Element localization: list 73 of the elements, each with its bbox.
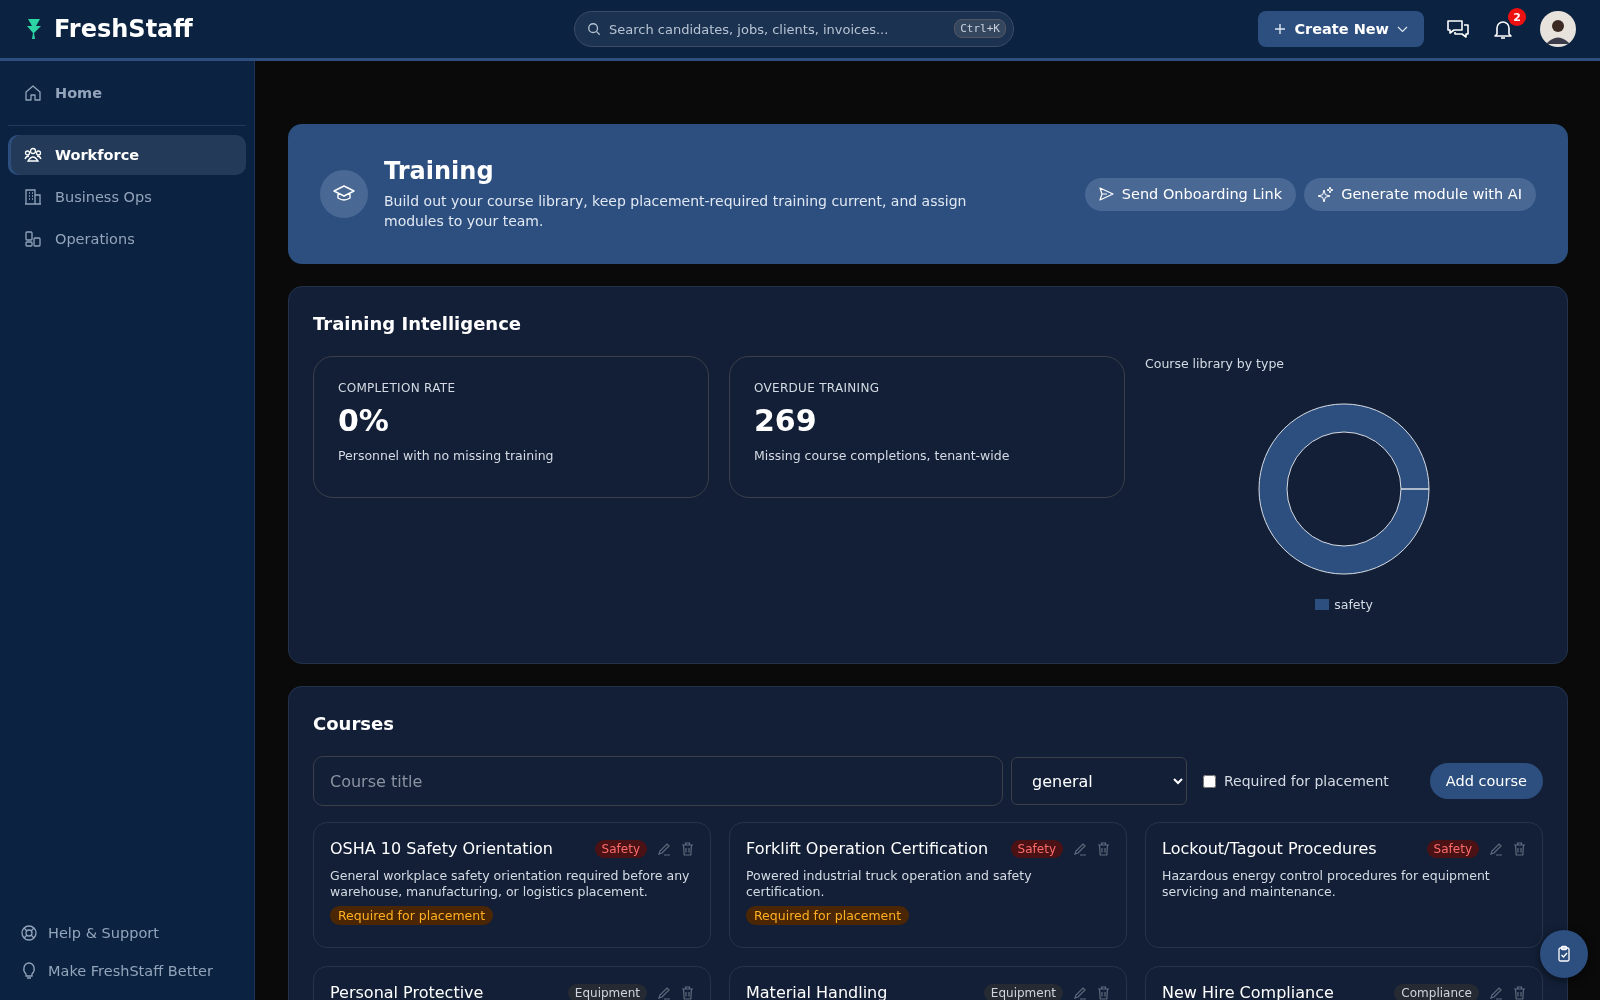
required-badge: Required for placement <box>746 906 910 925</box>
home-icon <box>24 84 42 102</box>
course-tag: Compliance <box>1394 983 1479 1000</box>
stat-note: Missing course completions, tenant-wide <box>754 448 1011 463</box>
people-icon <box>24 146 42 164</box>
trash-icon[interactable] <box>1513 841 1526 856</box>
legend-label: safety <box>1334 597 1373 612</box>
brand-name: FreshStaff <box>54 15 193 43</box>
page-title: Training <box>384 157 495 185</box>
sidebar-item[interactable]: Operations <box>8 219 246 259</box>
course-tag: Equipment <box>983 983 1063 1000</box>
trash-icon[interactable] <box>1097 985 1110 1000</box>
send-icon <box>1098 187 1114 201</box>
caret-icon <box>1397 25 1408 33</box>
page-description: Build out your course library, keep placement-required training current, and assign modules to your team. <box>384 192 968 231</box>
trash-icon[interactable] <box>1097 841 1110 856</box>
course-tag: Safety <box>1426 839 1479 858</box>
course-type-select[interactable]: general <box>1011 757 1187 805</box>
add-course-button[interactable]: Add course <box>1429 763 1543 799</box>
logo-icon <box>24 17 44 41</box>
stat-value: 269 <box>754 403 818 438</box>
lifebuoy-icon <box>20 924 38 942</box>
stat-label: OVERDUE TRAINING <box>754 381 881 395</box>
clipboard-button[interactable] <box>1540 930 1588 978</box>
search-icon <box>587 22 601 36</box>
course-tag: Safety <box>594 839 647 858</box>
trash-icon[interactable] <box>681 985 694 1000</box>
edit-icon[interactable] <box>657 985 671 1000</box>
course-tag: Equipment <box>567 983 647 1000</box>
banner-button[interactable]: Generate module with AI <box>1304 177 1536 211</box>
edit-icon[interactable] <box>1489 985 1503 1000</box>
plus-icon <box>1274 23 1287 35</box>
dashboard-icon <box>24 230 42 248</box>
trash-icon[interactable] <box>681 841 694 856</box>
lightbulb-icon <box>20 962 38 980</box>
edit-icon[interactable] <box>1489 841 1503 856</box>
banner-button[interactable]: Send Onboarding Link <box>1084 177 1297 211</box>
edit-icon[interactable] <box>1073 985 1087 1000</box>
course-description: Hazardous energy control procedures for equipment servicing and maintenance. <box>1162 868 1491 900</box>
chart-title: Course library by type <box>1145 356 1285 371</box>
shortcut-key: Ctrl+K <box>954 19 1006 38</box>
clipboard-check-icon <box>1555 945 1573 963</box>
trash-icon[interactable] <box>1513 985 1526 1000</box>
bell-icon[interactable] <box>1492 18 1514 40</box>
course-description: Powered industrial truck operation and safety certification. <box>746 868 1033 900</box>
stat-label: COMPLETION RATE <box>338 381 457 395</box>
sparkle-icon <box>1318 186 1334 202</box>
required-badge: Required for placement <box>330 906 494 925</box>
chat-icon[interactable] <box>1446 18 1470 40</box>
avatar[interactable] <box>1540 11 1576 47</box>
section-title: Courses <box>313 713 395 734</box>
create-new-button[interactable]: Create New <box>1258 11 1424 47</box>
notification-count: 2 <box>1508 8 1526 26</box>
sidebar-item[interactable]: Business Ops <box>8 177 246 217</box>
sidebar-link[interactable]: Help & Support <box>8 918 246 948</box>
stat-value: 0% <box>338 403 390 438</box>
edit-icon[interactable] <box>1073 841 1087 856</box>
edit-icon[interactable] <box>657 841 671 856</box>
course-tag: Safety <box>1010 839 1063 858</box>
sidebar-link[interactable]: Make FreshStaff Better <box>8 956 246 986</box>
stat-note: Personnel with no missing training <box>338 448 555 463</box>
course-description: General workplace safety orientation required before any warehouse, manufacturing, or logistics placement. <box>330 868 691 900</box>
course-title: Forklift Operation Certification <box>746 839 990 858</box>
section-title: Training Intelligence <box>313 313 523 334</box>
course-title: OSHA 10 Safety Orientation <box>330 839 554 858</box>
building-icon <box>24 188 42 206</box>
checkbox-label: Required for placement <box>1224 773 1389 789</box>
course-title: Personal Protective <box>330 983 485 1000</box>
sidebar-item[interactable]: Workforce <box>8 135 246 175</box>
course-title-field[interactable]: Course title <box>313 756 1003 806</box>
course-title: Lockout/Tagout Procedures <box>1162 839 1378 858</box>
graduation-cap-icon <box>320 170 368 218</box>
required-checkbox[interactable] <box>1203 774 1216 788</box>
